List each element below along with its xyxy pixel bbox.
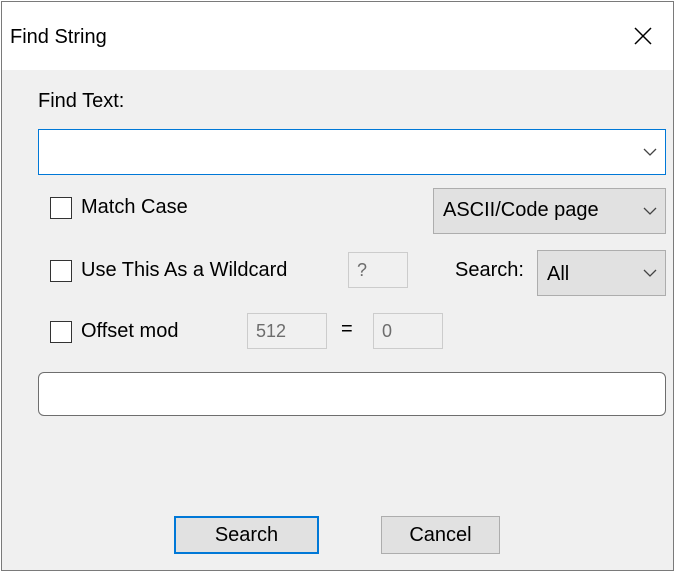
close-icon bbox=[634, 27, 652, 45]
find-text-label: Find Text: bbox=[38, 90, 125, 112]
wildcard-label[interactable]: Use This As a Wildcard bbox=[81, 259, 287, 282]
search-button[interactable]: Search bbox=[174, 516, 319, 554]
search-scope-selected-value: All bbox=[547, 263, 570, 285]
wildcard-checkbox[interactable] bbox=[50, 260, 72, 282]
wildcard-char-field[interactable]: ? bbox=[348, 252, 408, 288]
match-case-checkbox[interactable] bbox=[50, 197, 72, 219]
chevron-down-icon bbox=[643, 269, 657, 277]
offset-mod-checkbox[interactable] bbox=[50, 321, 72, 343]
equals-sign: = bbox=[341, 318, 353, 340]
title-bar: Find String bbox=[2, 2, 673, 70]
match-case-label[interactable]: Match Case bbox=[81, 196, 188, 219]
close-button[interactable] bbox=[613, 2, 673, 70]
offset-mod-value-field[interactable]: 512 bbox=[247, 313, 327, 349]
offset-result-field[interactable]: 0 bbox=[373, 313, 443, 349]
cancel-button[interactable]: Cancel bbox=[381, 516, 500, 554]
offset-mod-label[interactable]: Offset mod bbox=[81, 320, 178, 343]
find-text-combobox[interactable] bbox=[38, 129, 666, 175]
search-scope-label: Search: bbox=[455, 259, 524, 281]
chevron-down-icon[interactable] bbox=[643, 148, 657, 156]
status-field bbox=[38, 372, 666, 416]
encoding-selected-value: ASCII/Code page bbox=[443, 199, 599, 221]
encoding-dropdown[interactable]: ASCII/Code page bbox=[433, 188, 666, 234]
search-scope-dropdown[interactable]: All bbox=[537, 250, 666, 296]
find-text-input[interactable] bbox=[45, 136, 629, 170]
find-string-dialog: Find String Find Text: Match Case ASCII/… bbox=[1, 1, 674, 571]
window-title: Find String bbox=[10, 26, 107, 48]
chevron-down-icon bbox=[643, 207, 657, 215]
